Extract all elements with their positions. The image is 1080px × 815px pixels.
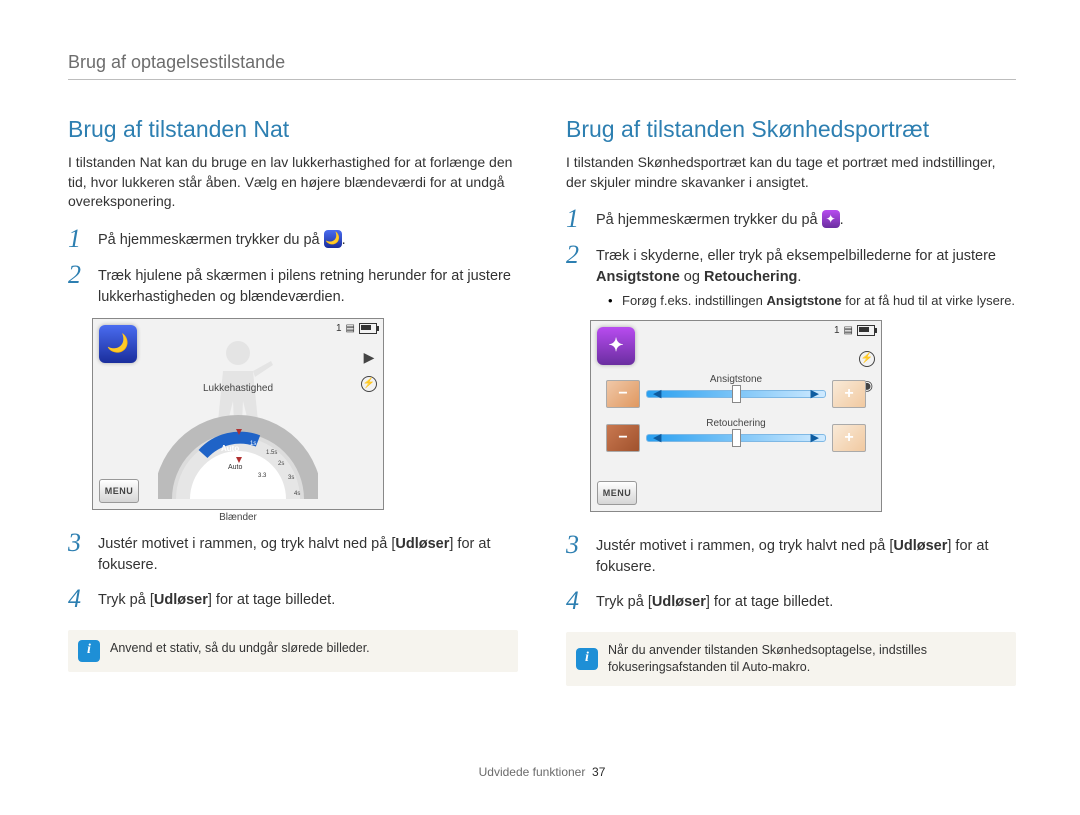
step-4-beauty: Tryk på [Udløser] for at tage billedet. [596, 588, 1016, 614]
night-mode-icon: 🌙 [99, 325, 137, 363]
step-4-night: Tryk på [Udløser] for at tage billedet. [98, 586, 518, 612]
note-icon: i [576, 648, 598, 670]
svg-text:Auto: Auto [228, 464, 243, 471]
svg-text:3s: 3s [288, 475, 294, 481]
image-counter: 1 [834, 325, 840, 336]
svg-text:3.3: 3.3 [258, 473, 267, 479]
camera-beauty-screenshot: ✦ 1 ▤ ⚡ ◉ − Ansigtstone [590, 320, 882, 512]
intro-night: I tilstanden Nat kan du bruge en lav luk… [68, 153, 518, 212]
sd-card-icon: ▤ [844, 325, 853, 336]
camera-night-screenshot: 🌙 1 ▤ ▶ ⚡ Lukkehastighed [92, 318, 384, 510]
thumb-plus[interactable]: + [832, 424, 866, 452]
step-1-beauty: På hjemmeskærmen trykker du på ✦. [596, 206, 1016, 232]
battery-icon [359, 323, 377, 334]
menu-button[interactable]: MENU [99, 479, 139, 503]
heading-night: Brug af tilstanden Nat [68, 116, 518, 143]
svg-text:4s: 4s [294, 491, 300, 497]
thumb-minus[interactable]: − [606, 424, 640, 452]
note-icon: i [78, 640, 100, 662]
svg-text:Auto: Auto [221, 444, 239, 453]
thumb-plus[interactable]: + [832, 380, 866, 408]
facetone-slider-row: − Ansigtstone ◀▶ + [606, 380, 866, 408]
battery-icon [857, 325, 875, 336]
retouch-slider[interactable]: ◀▶ [646, 434, 826, 442]
step-number: 2 [68, 262, 88, 308]
page-footer: Udvidede funktioner 37 [68, 765, 1016, 779]
flash-icon: ⚡ [361, 376, 377, 392]
retouch-slider-row: − Retouchering ◀▶ + [606, 424, 866, 452]
step-number: 1 [566, 206, 586, 232]
step-number: 3 [566, 532, 586, 578]
night-mode-icon: 🌙 [324, 230, 342, 248]
column-beauty-mode: Brug af tilstanden Skønhedsportræt I til… [566, 116, 1016, 686]
play-icon: ▶ [364, 349, 375, 366]
beauty-mode-icon: ✦ [597, 327, 635, 365]
beauty-mode-icon: ✦ [822, 210, 840, 228]
step-number: 3 [68, 530, 88, 576]
step-3-beauty: Justér motivet i rammen, og tryk halvt n… [596, 532, 1016, 578]
step-number: 1 [68, 226, 88, 252]
thumb-minus[interactable]: − [606, 380, 640, 408]
breadcrumb: Brug af optagelsestilstande [68, 52, 1016, 80]
sd-card-icon: ▤ [346, 323, 355, 334]
menu-button[interactable]: MENU [597, 481, 637, 505]
svg-text:1s: 1s [250, 441, 256, 447]
image-counter: 1 [336, 323, 342, 334]
intro-beauty: I tilstanden Skønhedsportræt kan du tage… [566, 153, 1016, 192]
step-number: 2 [566, 242, 586, 310]
step-1-night: På hjemmeskærmen trykker du på 🌙. [98, 226, 518, 252]
step-2-beauty: Træk i skyderne, eller tryk på eksempelb… [596, 242, 1016, 310]
heading-beauty: Brug af tilstanden Skønhedsportræt [566, 116, 1016, 143]
exposure-dial: Lukkehastighed Auto 1s 1.5s 2s 3s 4s [158, 399, 318, 509]
svg-text:2s: 2s [278, 461, 284, 467]
step-2-night: Træk hjulene på skærmen i pilens retning… [98, 262, 518, 308]
step-number: 4 [566, 588, 586, 614]
step-3-night: Justér motivet i rammen, og tryk halvt n… [98, 530, 518, 576]
svg-text:1.5s: 1.5s [266, 450, 277, 456]
facetone-slider[interactable]: ◀▶ [646, 390, 826, 398]
column-night-mode: Brug af tilstanden Nat I tilstanden Nat … [68, 116, 518, 686]
step-number: 4 [68, 586, 88, 612]
info-box-night: i Anvend et stativ, så du undgår slørede… [68, 630, 518, 672]
info-box-beauty: i Når du anvender tilstanden Skønhedsopt… [566, 632, 1016, 686]
